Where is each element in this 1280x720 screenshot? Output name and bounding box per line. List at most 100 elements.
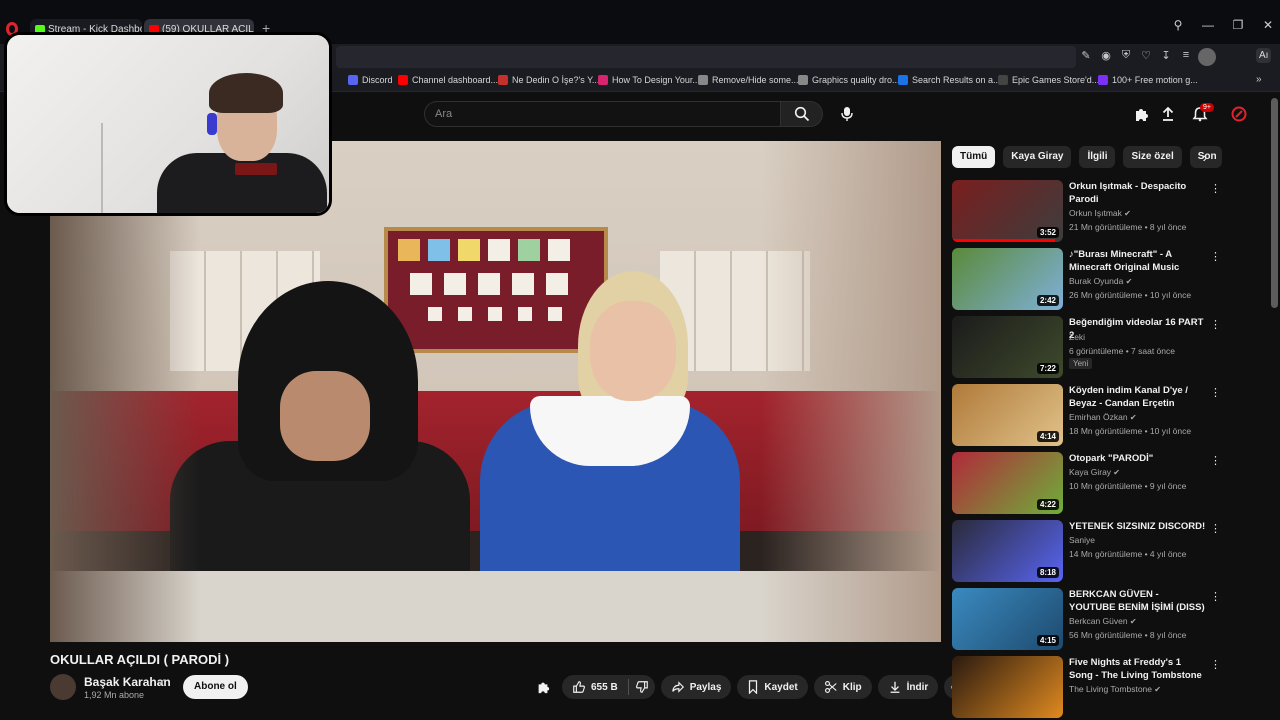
recommendation-title[interactable]: Five Nights at Freddy's 1 Song - The Liv… bbox=[1069, 656, 1207, 682]
bookmark-channel-dashboard[interactable]: Channel dashboard... bbox=[398, 75, 498, 85]
camera-icon[interactable]: ◉ bbox=[1100, 49, 1112, 62]
video-duration: 2:42 bbox=[1036, 295, 1059, 306]
verified-icon: ✔ bbox=[1127, 617, 1137, 626]
bookmark-how-to-design[interactable]: How To Design Your... bbox=[598, 75, 700, 85]
thumbs-down-icon bbox=[635, 681, 648, 693]
search-tabs-icon[interactable]: ⚲ bbox=[1172, 18, 1184, 32]
recommendation-title[interactable]: ♪"Burası Minecraft" - A Minecraft Origin… bbox=[1069, 248, 1207, 274]
recommendation-thumbnail[interactable] bbox=[952, 656, 1063, 718]
heart-icon[interactable]: ♡ bbox=[1140, 49, 1152, 62]
more-vertical-icon[interactable]: ⋮ bbox=[1210, 386, 1221, 400]
recommendation-channel[interactable]: Kaya Giray ✔ bbox=[1069, 467, 1120, 477]
profile-avatar[interactable] bbox=[1198, 48, 1216, 66]
recommendation-title[interactable]: Orkun Işıtmak - Despacito Parodi bbox=[1069, 180, 1207, 206]
like-button[interactable]: 655 B bbox=[562, 675, 628, 699]
recommendation-thumbnail[interactable]: 4:14 bbox=[952, 384, 1063, 446]
chip-related[interactable]: İlgili bbox=[1079, 146, 1116, 168]
recommendation-thumbnail[interactable]: 2:42 bbox=[952, 248, 1063, 310]
page-scrollbar[interactable] bbox=[1271, 98, 1278, 308]
bookmark-graphics-quality[interactable]: Graphics quality dro... bbox=[798, 75, 900, 85]
recommendation-title[interactable]: Köyden indim Kanal D'ye / Beyaz - Candan… bbox=[1069, 384, 1207, 410]
recommendation-channel[interactable]: Orkun Işıtmak ✔ bbox=[1069, 208, 1131, 218]
video-actions: 655 B Paylaş Kaydet Klip İndir ⋯ bbox=[530, 675, 970, 699]
more-vertical-icon[interactable]: ⋮ bbox=[1210, 250, 1221, 264]
recommendation-thumbnail[interactable]: 3:52 bbox=[952, 180, 1063, 242]
more-vertical-icon[interactable]: ⋮ bbox=[1210, 522, 1221, 536]
recommendation-item[interactable]: Five Nights at Freddy's 1 Song - The Liv… bbox=[952, 656, 1222, 718]
bookmark-search-results[interactable]: Search Results on a... bbox=[898, 75, 1001, 85]
extension-action-button[interactable] bbox=[530, 675, 556, 699]
dislike-button[interactable] bbox=[629, 675, 655, 699]
save-button[interactable]: Kaydet bbox=[737, 675, 808, 699]
video-player[interactable] bbox=[50, 141, 941, 642]
recommendation-thumbnail[interactable]: 4:22 bbox=[952, 452, 1063, 514]
minimize-icon[interactable]: — bbox=[1202, 18, 1214, 32]
voice-search-button[interactable] bbox=[833, 101, 861, 127]
bookmark-discord[interactable]: Discord bbox=[348, 75, 393, 85]
recommendation-channel[interactable]: Saniye bbox=[1069, 535, 1095, 545]
subscribe-button[interactable]: Abone ol bbox=[183, 675, 248, 699]
search-input[interactable]: Ara bbox=[424, 101, 781, 127]
extension-puzzle-button[interactable] bbox=[1131, 104, 1151, 124]
recommendation-thumbnail[interactable]: 7:22 bbox=[952, 316, 1063, 378]
like-dislike-group: 655 B bbox=[562, 675, 655, 699]
verified-icon: ✔ bbox=[1111, 468, 1120, 477]
recommendation-channel[interactable]: The Living Tombstone ✔ bbox=[1069, 684, 1161, 694]
recommendation-title[interactable]: Beğendiğim videolar 16 PART 2 bbox=[1069, 316, 1207, 342]
more-vertical-icon[interactable]: ⋮ bbox=[1210, 182, 1221, 196]
clip-button[interactable]: Klip bbox=[813, 675, 872, 699]
url-field[interactable] bbox=[336, 46, 1076, 68]
recommendation-meta: 6 görüntüleme • 7 saat önce bbox=[1069, 346, 1175, 356]
channel-avatar[interactable] bbox=[50, 674, 76, 700]
recommendation-channel[interactable]: Emirhan Özkan ✔ bbox=[1069, 412, 1137, 422]
recommendation-channel[interactable]: Zeki bbox=[1069, 332, 1085, 342]
search-button[interactable] bbox=[781, 101, 823, 127]
download-icon[interactable]: ↧ bbox=[1160, 49, 1172, 62]
recommendation-meta: 56 Mn görüntüleme • 8 yıl önce bbox=[1069, 630, 1187, 640]
recommendation-item[interactable]: 2:42 ♪"Burası Minecraft" - A Minecraft Or… bbox=[952, 248, 1222, 310]
bookmark-ne-dedin[interactable]: Ne Dedin O İşe?'s Y... bbox=[498, 75, 599, 85]
recommendation-title[interactable]: BERKCAN GÜVEN - YOUTUBE BENİM İŞİMİ (DIS… bbox=[1069, 588, 1207, 614]
recommendation-title[interactable]: Otopark "PARODİ" bbox=[1069, 452, 1207, 465]
recommendation-item[interactable]: 4:22 Otopark "PARODİ" Kaya Giray ✔ 10 Mn gö… bbox=[952, 452, 1222, 514]
chip-all[interactable]: Tümü bbox=[952, 146, 996, 168]
shield-icon[interactable]: ⛨ bbox=[1120, 49, 1132, 62]
recommendation-title[interactable]: YETENEK SIZSINIZ DISCORD! bbox=[1069, 520, 1207, 533]
more-vertical-icon[interactable]: ⋮ bbox=[1210, 590, 1221, 604]
chips-next-button[interactable]: › bbox=[1196, 148, 1214, 166]
recommendation-item[interactable]: 7:22 Beğendiğim videolar 16 PART 2 Zeki 6 g… bbox=[952, 316, 1222, 378]
share-button[interactable]: Paylaş bbox=[660, 675, 732, 699]
ai-button[interactable]: Aı bbox=[1256, 48, 1272, 63]
more-vertical-icon[interactable]: ⋮ bbox=[1210, 318, 1221, 332]
recommendation-meta: 26 Mn görüntüleme • 10 yıl önce bbox=[1069, 290, 1192, 300]
chevron-right-icon: › bbox=[1202, 149, 1208, 165]
recommendation-item[interactable]: 8:18 YETENEK SIZSINIZ DISCORD! Saniye 14 Mn… bbox=[952, 520, 1222, 582]
account-button[interactable] bbox=[1229, 104, 1249, 124]
maximize-icon[interactable]: ❐ bbox=[1232, 18, 1244, 32]
download-button[interactable]: İndir bbox=[877, 675, 939, 699]
headset-icon bbox=[207, 113, 217, 135]
recommendation-meta: 10 Mn görüntüleme • 9 yıl önce bbox=[1069, 481, 1187, 491]
recommendation-item[interactable]: 4:15 BERKCAN GÜVEN - YOUTUBE BENİM İŞİMİ … bbox=[952, 588, 1222, 650]
chip-for-you[interactable]: Size özel bbox=[1123, 146, 1182, 168]
more-vertical-icon[interactable]: ⋮ bbox=[1210, 658, 1221, 672]
youtube-studio-icon bbox=[398, 75, 408, 85]
recommendation-channel[interactable]: Burak Oyunda ✔ bbox=[1069, 276, 1132, 286]
menu-icon[interactable]: ≡ bbox=[1180, 49, 1192, 62]
recommendation-item[interactable]: 3:52 Orkun Işıtmak - Despacito Parodi Orku… bbox=[952, 180, 1222, 242]
bookmark-free-motion[interactable]: 100+ Free motion g... bbox=[1098, 75, 1198, 85]
recommendation-thumbnail[interactable]: 8:18 bbox=[952, 520, 1063, 582]
screen: Stream - Kick Dashboard (59) OKULLAR AÇI… bbox=[0, 0, 1280, 720]
edit-icon[interactable]: ✎ bbox=[1080, 49, 1092, 62]
recommendation-channel[interactable]: Berkcan Güven ✔ bbox=[1069, 616, 1137, 626]
bookmarks-more-icon[interactable]: » bbox=[1256, 74, 1262, 85]
recommendation-item[interactable]: 4:14 Köyden indim Kanal D'ye / Beyaz - Ca… bbox=[952, 384, 1222, 446]
close-icon[interactable]: ✕ bbox=[1262, 18, 1274, 32]
more-vertical-icon[interactable]: ⋮ bbox=[1210, 454, 1221, 468]
watch-progress-bar bbox=[952, 239, 1056, 242]
bookmark-epic-games[interactable]: Epic Games Store'd... bbox=[998, 75, 1099, 85]
chip-kaya-giray[interactable]: Kaya Giray bbox=[1003, 146, 1072, 168]
bookmark-remove-hide[interactable]: Remove/Hide some... bbox=[698, 75, 799, 85]
recommendation-thumbnail[interactable]: 4:15 bbox=[952, 588, 1063, 650]
upload-button[interactable] bbox=[1158, 104, 1178, 124]
